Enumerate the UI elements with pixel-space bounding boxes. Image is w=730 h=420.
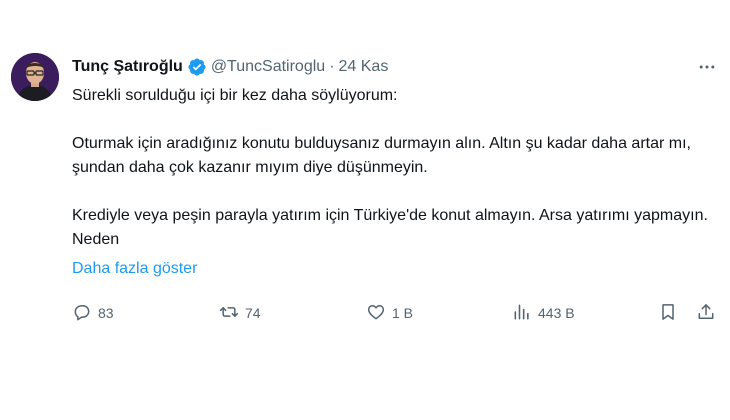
tweet-paragraph: Oturmak için aradığınız konutu bulduysan… (72, 135, 691, 176)
tweet-paragraph: Krediyle veya peşin parayla yatırım için… (72, 207, 708, 248)
reply-button[interactable]: 83 (72, 300, 114, 326)
reply-count: 83 (98, 305, 114, 321)
tweet-text: Sürekli sorulduğu içi bir kez daha söylü… (72, 84, 712, 252)
tweet-date[interactable]: 24 Kas (339, 58, 389, 76)
bookmark-icon (658, 302, 678, 325)
author-handle[interactable]: @TuncSatiroglu (211, 58, 325, 76)
like-button[interactable]: 1 B (366, 300, 413, 326)
more-options-icon[interactable] (694, 56, 720, 78)
like-count: 1 B (392, 305, 414, 321)
views-count: 443 B (538, 305, 575, 321)
action-bar: 83 74 1 B 443 B (72, 300, 720, 326)
retweet-count: 74 (245, 305, 261, 321)
views-button[interactable]: 443 B (512, 300, 575, 326)
show-more-link[interactable]: Daha fazla göster (72, 260, 197, 278)
verified-badge-icon (187, 57, 207, 77)
heart-icon (366, 302, 386, 325)
retweet-icon (219, 302, 239, 325)
retweet-button[interactable]: 74 (219, 300, 261, 326)
bookmark-button[interactable] (658, 300, 678, 326)
avatar-image (11, 53, 59, 101)
header-separator: · (329, 58, 335, 75)
share-button[interactable] (696, 300, 716, 326)
tweet-paragraph: Sürekli sorulduğu içi bir kez daha söylü… (72, 87, 398, 104)
author-name[interactable]: Tunç Şatıroğlu (72, 58, 183, 76)
reply-icon (72, 302, 92, 325)
tweet-card[interactable]: Tunç Şatıroğlu @TuncSatiroglu · 24 Kas S… (0, 0, 730, 420)
avatar[interactable] (11, 53, 59, 101)
tweet-header: Tunç Şatıroğlu @TuncSatiroglu · 24 Kas (72, 56, 388, 78)
share-icon (696, 302, 716, 325)
views-icon (512, 302, 532, 325)
